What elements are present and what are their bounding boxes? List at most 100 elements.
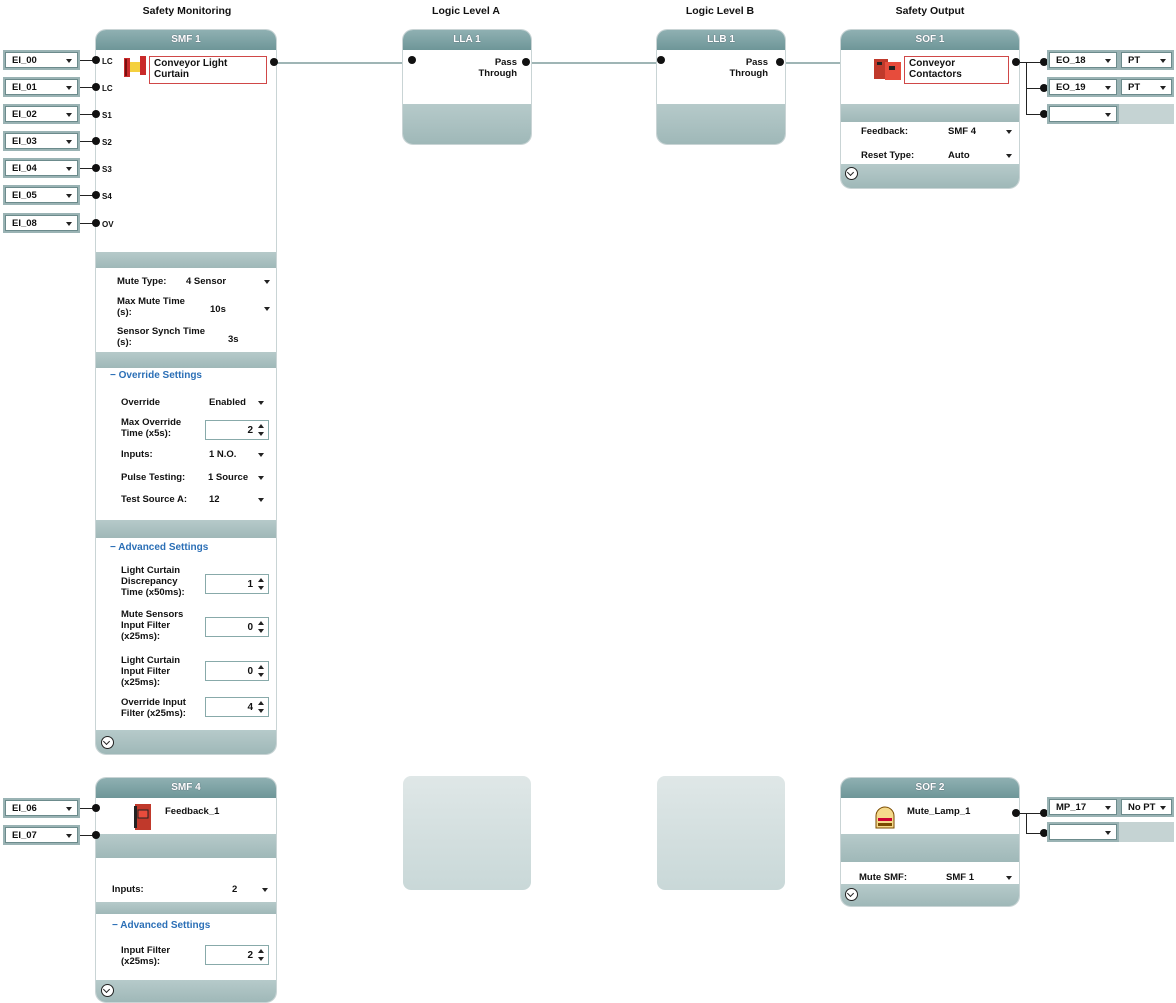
test-source-value[interactable]: 12: [209, 494, 220, 505]
chevron-down-icon[interactable]: [258, 453, 264, 457]
chevron-down-icon[interactable]: [1006, 154, 1012, 158]
output-mode-placeholder: [1119, 104, 1174, 124]
llb1-title: LLB 1: [657, 30, 785, 50]
chevron-down-icon[interactable]: [264, 307, 270, 311]
smf1-collapse-icon[interactable]: [101, 736, 114, 749]
stepper-up-icon[interactable]: [258, 949, 264, 953]
stepper-down-icon[interactable]: [258, 629, 264, 633]
llb1-block[interactable]: LLB 1: [657, 30, 785, 144]
llb1-input-port[interactable]: [657, 56, 665, 64]
lc-input-filter-stepper[interactable]: 0: [205, 661, 269, 681]
smf4-inputs-value[interactable]: 2: [232, 884, 237, 895]
stepper-up-icon[interactable]: [258, 424, 264, 428]
sof2-device-name[interactable]: Mute_Lamp_1: [907, 806, 970, 817]
mute-smf-value[interactable]: SMF 1: [946, 872, 974, 883]
empty-logic-slot-b[interactable]: [657, 776, 785, 890]
band: [841, 834, 1019, 862]
lla1-input-port[interactable]: [408, 56, 416, 64]
stepper-down-icon[interactable]: [258, 586, 264, 590]
smf1-output-port[interactable]: [270, 58, 278, 66]
output-mode-dropdown-eo19[interactable]: PT: [1119, 77, 1174, 97]
mute-sensors-filter-stepper[interactable]: 0: [205, 617, 269, 637]
llb1-output-port[interactable]: [776, 58, 784, 66]
sof1-expand-icon[interactable]: [845, 167, 858, 180]
port-dot-s3[interactable]: [92, 164, 100, 172]
column-title-safety-output: Safety Output: [895, 5, 965, 17]
smf4-port-dot[interactable]: [92, 804, 100, 812]
port-label-s3: S3: [102, 165, 112, 174]
smf4-advanced-settings-toggle[interactable]: − Advanced Settings: [112, 920, 210, 931]
chevron-down-icon[interactable]: [258, 401, 264, 405]
mute-type-value[interactable]: 4 Sensor: [186, 276, 226, 287]
output-dropdown-eo18[interactable]: EO_18: [1047, 50, 1119, 70]
stepper-down-icon[interactable]: [258, 709, 264, 713]
chevron-down-icon: [66, 834, 72, 838]
override-value[interactable]: Enabled: [209, 397, 246, 408]
input-dropdown-ei02[interactable]: EI_02: [3, 104, 80, 124]
smf4-collapse-icon[interactable]: [101, 984, 114, 997]
override-settings-toggle[interactable]: − Override Settings: [110, 370, 202, 381]
override-label: Override: [121, 397, 161, 408]
input-dropdown-ei06[interactable]: EI_06: [3, 798, 80, 818]
output-dropdown-empty[interactable]: [1047, 104, 1119, 124]
output-mode-dropdown-mp17[interactable]: No PT: [1119, 797, 1174, 817]
input-dropdown-ei08[interactable]: EI_08: [3, 213, 80, 233]
stepper-up-icon[interactable]: [258, 621, 264, 625]
port-dot-lc[interactable]: [92, 56, 100, 64]
feedback-value[interactable]: SMF 4: [948, 126, 976, 137]
chevron-down-icon[interactable]: [1006, 876, 1012, 880]
smf1-device-name[interactable]: Conveyor Light Curtain: [149, 56, 267, 84]
output-dropdown-empty[interactable]: [1047, 822, 1119, 842]
sof2-expand-icon[interactable]: [845, 888, 858, 901]
stepper-down-icon[interactable]: [258, 673, 264, 677]
lla1-output-port[interactable]: [522, 58, 530, 66]
input-dropdown-ei00[interactable]: EI_00: [3, 50, 80, 70]
empty-logic-slot-a[interactable]: [403, 776, 531, 890]
sof1-output-port[interactable]: [1012, 58, 1020, 66]
input-dropdown-ei04[interactable]: EI_04: [3, 158, 80, 178]
input-dropdown-ei03[interactable]: EI_03: [3, 131, 80, 151]
advanced-settings-toggle[interactable]: − Advanced Settings: [110, 542, 208, 553]
chevron-down-icon[interactable]: [258, 476, 264, 480]
sof2-output-port[interactable]: [1012, 809, 1020, 817]
reset-type-value[interactable]: Auto: [948, 150, 970, 161]
output-dropdown-eo19[interactable]: EO_19: [1047, 77, 1119, 97]
sof1-device-name[interactable]: Conveyor Contactors: [904, 56, 1009, 84]
port-dot-s1[interactable]: [92, 110, 100, 118]
chevron-down-icon[interactable]: [258, 498, 264, 502]
input-dropdown-ei07[interactable]: EI_07: [3, 825, 80, 845]
port-dot-lc[interactable]: [92, 83, 100, 91]
sof1-block[interactable]: SOF 1: [841, 30, 1019, 188]
stepper-up-icon[interactable]: [258, 665, 264, 669]
port-label-lc: LC: [102, 84, 113, 93]
stepper-up-icon[interactable]: [258, 578, 264, 582]
input-dropdown-ei01[interactable]: EI_01: [3, 77, 80, 97]
override-input-filter-stepper[interactable]: 4: [205, 697, 269, 717]
output-mode-dropdown-eo18[interactable]: PT: [1119, 50, 1174, 70]
input-dropdown-ei05[interactable]: EI_05: [3, 185, 80, 205]
smf4-port-dot[interactable]: [92, 831, 100, 839]
pulse-testing-value[interactable]: 1 Source: [208, 472, 248, 483]
chevron-down-icon: [66, 807, 72, 811]
inputs-value[interactable]: 1 N.O.: [209, 449, 236, 460]
chevron-down-icon: [1105, 806, 1111, 810]
smf1-block[interactable]: SMF 1: [96, 30, 276, 754]
chevron-down-icon[interactable]: [262, 888, 268, 892]
port-dot-ov[interactable]: [92, 219, 100, 227]
lla1-block[interactable]: LLA 1: [403, 30, 531, 144]
output-dropdown-mp17[interactable]: MP_17: [1047, 797, 1119, 817]
sof2-block[interactable]: SOF 2: [841, 778, 1019, 906]
chevron-down-icon[interactable]: [1006, 130, 1012, 134]
port-dot-s2[interactable]: [92, 137, 100, 145]
smf4-input-filter-stepper[interactable]: 2: [205, 945, 269, 965]
stepper-up-icon[interactable]: [258, 701, 264, 705]
stepper-down-icon[interactable]: [258, 432, 264, 436]
max-override-time-stepper[interactable]: 2: [205, 420, 269, 440]
port-dot-s4[interactable]: [92, 191, 100, 199]
reset-type-label: Reset Type:: [861, 150, 915, 161]
max-mute-time-value[interactable]: 10s: [210, 304, 226, 315]
stepper-down-icon[interactable]: [258, 957, 264, 961]
chevron-down-icon[interactable]: [264, 280, 270, 284]
lc-discrepancy-time-stepper[interactable]: 1: [205, 574, 269, 594]
smf4-device-name[interactable]: Feedback_1: [165, 806, 219, 817]
